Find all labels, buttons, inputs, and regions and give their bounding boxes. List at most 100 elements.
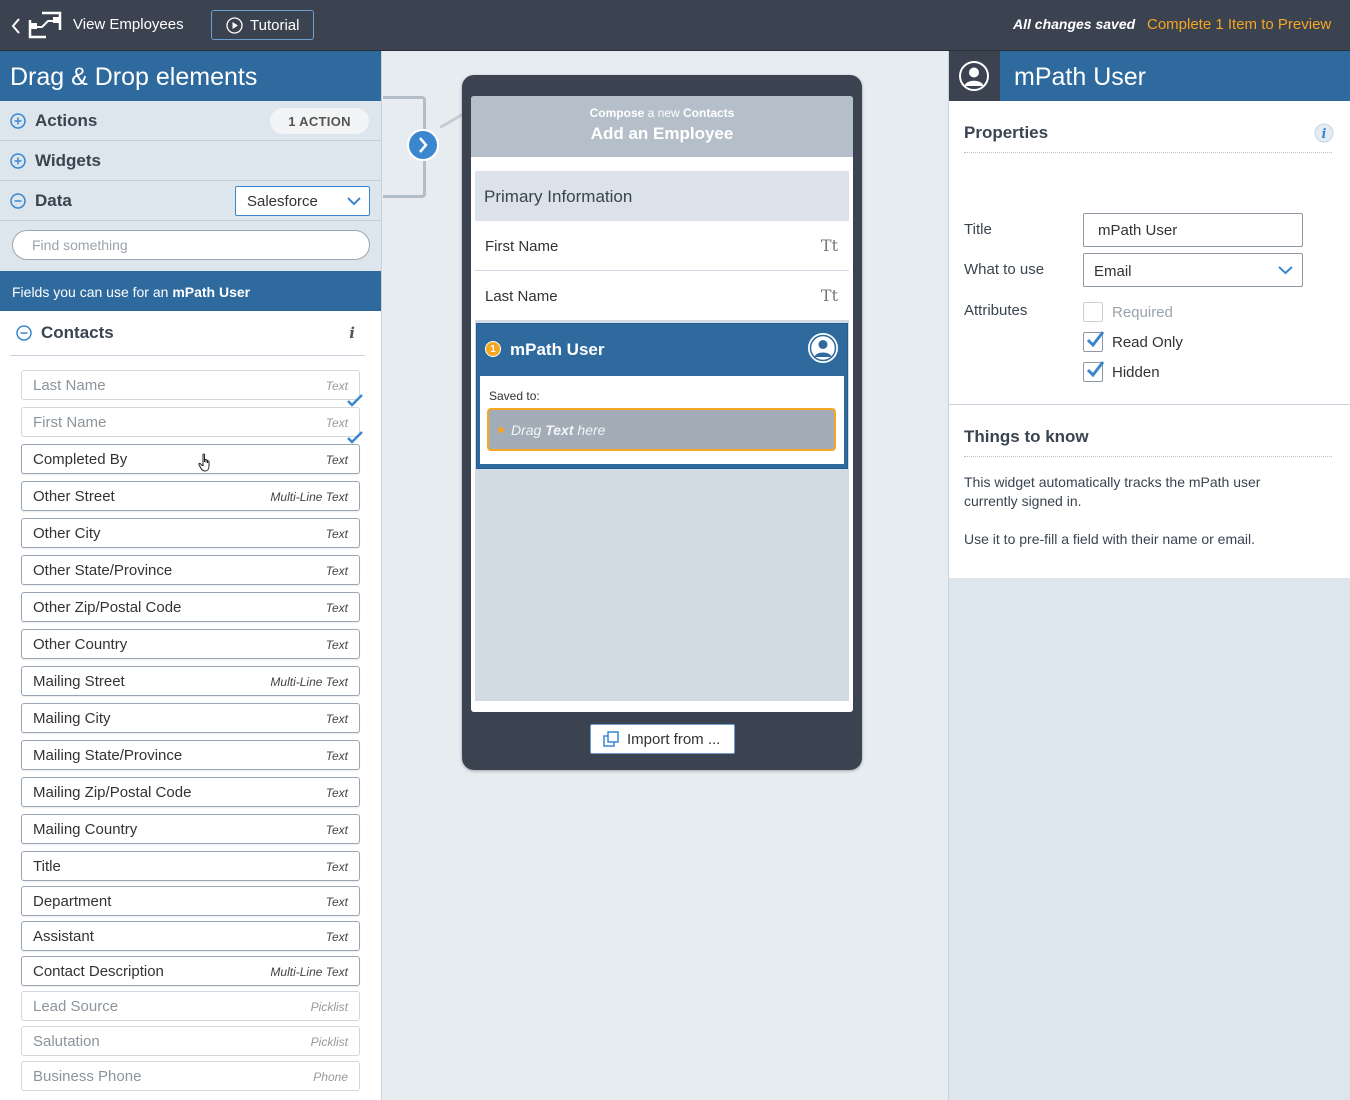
drop-target[interactable]: Drag Text here <box>487 408 836 451</box>
field-item[interactable]: Department Text <box>21 886 360 916</box>
svg-text:i: i <box>1322 127 1327 142</box>
what-to-use-value: Email <box>1094 263 1132 280</box>
field-item[interactable]: Other Country Text <box>21 629 360 659</box>
chevron-down-icon <box>1278 266 1293 275</box>
expand-plus-icon[interactable] <box>10 112 26 129</box>
field-item[interactable]: Mailing Zip/Postal Code Text <box>21 777 360 807</box>
preview-link[interactable]: Complete 1 Item to Preview <box>1147 16 1331 33</box>
field-item-label: Other City <box>33 525 101 542</box>
page-title[interactable]: View Employees <box>73 16 184 33</box>
field-item[interactable]: Title Text <box>21 851 360 881</box>
search-input[interactable] <box>12 230 370 260</box>
field-item-label: Other Zip/Postal Code <box>33 599 182 616</box>
properties-body: Properties i Title What to use Email Att… <box>949 101 1350 578</box>
data-section[interactable]: Data Salesforce <box>0 181 381 221</box>
actions-section[interactable]: Actions 1 ACTION <box>0 101 381 141</box>
things-to-know-text-2: Use it to pre-fill a field with their na… <box>964 531 1255 547</box>
widgets-section[interactable]: Widgets <box>0 141 381 181</box>
back-chevron-icon[interactable] <box>9 16 23 36</box>
field-item[interactable]: Other State/Province Text <box>21 555 360 585</box>
form-field-label: First Name <box>485 238 559 255</box>
text-type-icon: Tt <box>820 236 838 255</box>
saved-to-label: Saved to: <box>489 389 540 403</box>
field-item-label: Mailing Zip/Postal Code <box>33 784 192 801</box>
save-status: All changes saved <box>1013 16 1136 32</box>
fields-banner-prefix: Fields you can use for an <box>12 284 173 300</box>
screen-title[interactable]: Add an Employee <box>471 124 853 144</box>
field-item: Salutation Picklist <box>21 1026 360 1056</box>
collapse-minus-icon[interactable] <box>16 325 32 341</box>
tutorial-button[interactable]: Tutorial <box>211 10 314 40</box>
field-item[interactable]: Other Street Multi-Line Text <box>21 481 360 511</box>
collapse-minus-icon[interactable] <box>10 192 26 209</box>
read-only-checkbox[interactable]: Read Only <box>1083 331 1183 352</box>
data-label: Data <box>35 190 72 210</box>
compose-mid: a new <box>644 106 684 120</box>
info-icon[interactable]: i <box>349 324 355 342</box>
what-to-use-select[interactable]: Email <box>1083 253 1303 287</box>
field-item-type: Text <box>325 895 348 909</box>
search-bar <box>0 221 381 271</box>
field-item[interactable]: Other Zip/Postal Code Text <box>21 592 360 622</box>
actions-label: Actions <box>35 110 98 130</box>
field-item-label: Other Country <box>33 636 128 653</box>
data-source-select[interactable]: Salesforce <box>235 186 370 216</box>
checkbox-empty[interactable] <box>1083 302 1103 322</box>
contacts-group-header[interactable]: Contacts i <box>10 311 365 356</box>
form-field-last-name[interactable]: Last Name Tt <box>475 271 849 321</box>
field-item-type: Multi-Line Text <box>270 675 348 689</box>
expand-plus-icon[interactable] <box>10 152 26 169</box>
contacts-label: Contacts <box>41 323 114 342</box>
hidden-checkbox[interactable]: Hidden <box>1083 361 1160 382</box>
form-field-first-name[interactable]: First Name Tt <box>475 221 849 271</box>
import-label: Import from ... <box>627 730 721 748</box>
properties-heading: Properties <box>964 123 1049 142</box>
field-item: Lead Source Picklist <box>21 991 360 1021</box>
field-item: First Name Text <box>21 407 363 444</box>
field-item-label: Department <box>33 893 112 910</box>
field-item[interactable]: Contact Description Multi-Line Text <box>21 956 360 986</box>
import-button[interactable]: Import from ... <box>590 724 735 754</box>
checkbox-checked[interactable] <box>1083 361 1105 382</box>
read-only-label: Read Only <box>1112 333 1183 351</box>
divider <box>964 152 1332 153</box>
field-item-label: First Name <box>33 414 107 431</box>
screen-header: Compose a new Contacts Add an Employee <box>471 96 853 157</box>
field-item-type: Picklist <box>310 1035 348 1049</box>
section-header[interactable]: Primary Information <box>475 171 849 221</box>
things-to-know-heading: Things to know <box>964 427 1089 446</box>
field-item-label: Mailing Street <box>33 673 125 690</box>
checkbox-checked[interactable] <box>1083 331 1105 352</box>
title-input[interactable] <box>1083 213 1303 247</box>
compose-line: Compose a new Contacts <box>471 106 853 120</box>
widget-body: Saved to: Drag Text here <box>480 376 844 464</box>
field-item-type: Text <box>325 823 348 837</box>
mpath-user-widget[interactable]: 1 mPath User Saved to: Drag Text here <box>476 323 848 469</box>
field-item[interactable]: Other City Text <box>21 518 360 548</box>
user-avatar-icon <box>808 333 838 363</box>
field-item-type: Text <box>325 786 348 800</box>
field-item-label: Other State/Province <box>33 562 173 579</box>
drop-hint-post: here <box>573 422 606 438</box>
field-item[interactable]: Mailing Street Multi-Line Text <box>21 666 360 696</box>
checkmark-icon <box>347 431 363 444</box>
app-logo-icon[interactable] <box>28 11 62 39</box>
required-checkbox[interactable]: Required <box>1083 302 1173 322</box>
field-item[interactable]: Completed By Text <box>21 444 360 474</box>
field-item-label: Mailing State/Province <box>33 747 183 764</box>
field-item-type: Text <box>325 638 348 652</box>
field-item[interactable]: Assistant Text <box>21 921 360 951</box>
fields-banner-object: mPath User <box>172 284 251 300</box>
section-divider <box>949 404 1350 405</box>
field-item[interactable]: Mailing City Text <box>21 703 360 733</box>
next-step-arrow-icon[interactable] <box>406 128 440 162</box>
field-item[interactable]: Mailing Country Text <box>21 814 360 844</box>
info-icon[interactable]: i <box>1314 123 1334 143</box>
play-icon <box>226 16 243 34</box>
data-source-value: Salesforce <box>247 193 318 210</box>
field-item-type: Text <box>325 564 348 578</box>
field-item-type: Picklist <box>310 1000 348 1014</box>
field-item: Last Name Text <box>21 370 363 407</box>
field-item[interactable]: Mailing State/Province Text <box>21 740 360 770</box>
copy-icon <box>603 731 619 747</box>
